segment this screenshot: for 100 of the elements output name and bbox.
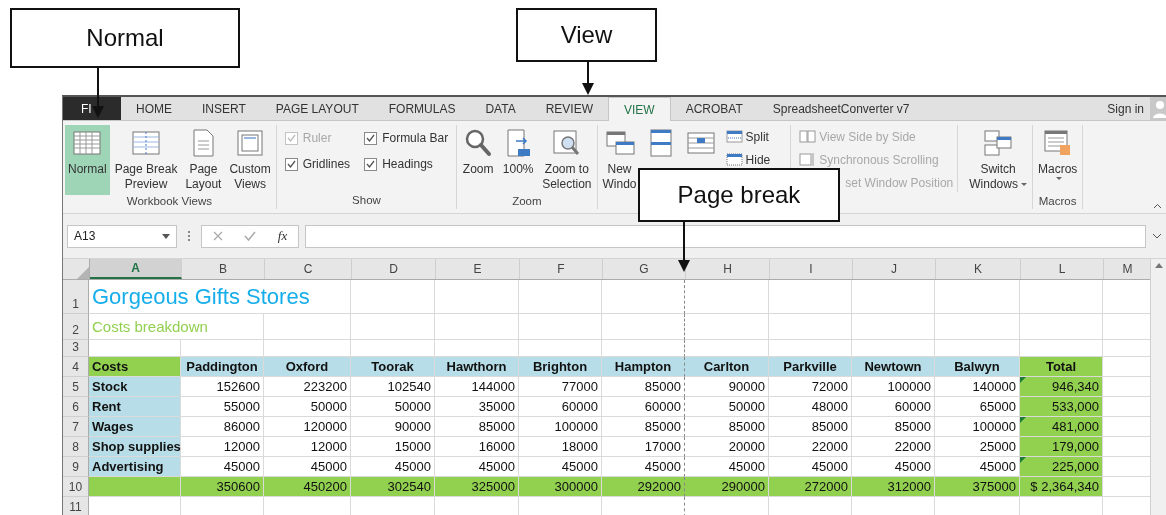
table-cell: 22000 [769,437,852,457]
ribbon-tab[interactable]: FI [63,97,121,120]
sign-in-link[interactable]: Sign in [1107,97,1150,120]
table-cell: 120000 [264,417,351,437]
row-header[interactable]: 2 [63,314,89,340]
split-icon [725,129,743,144]
table-cell: 20000 [685,437,769,457]
column-header[interactable]: I [770,259,853,279]
table-cell: 290000 [685,477,769,497]
column-header[interactable]: E [436,259,520,279]
row-header[interactable]: 9 [63,457,89,477]
column-label: Brighton [519,357,602,377]
row-label: Rent [89,397,181,417]
table-cell: 102540 [351,377,435,397]
column-header[interactable]: C [265,259,352,279]
formula-input[interactable] [305,224,1146,248]
scrollbar[interactable] [1150,259,1166,515]
cancel-icon[interactable] [212,231,223,241]
table-cell: 65000 [935,397,1020,417]
ribbon-tab[interactable]: INSERT [187,97,261,120]
table-cell: 72000 [769,377,852,397]
column-header[interactable]: D [352,259,436,279]
ribbon-tab[interactable]: VIEW [608,97,671,121]
ribbon-button[interactable]: Macros [1034,125,1081,195]
ribbon-button[interactable]: Split [725,127,769,146]
row-header[interactable]: 5 [63,377,89,397]
group-label: Show [351,194,382,208]
ribbon-button[interactable]: Page Layout [182,125,225,195]
table-cell: 100000 [519,417,602,437]
table-cell: 100000 [935,417,1020,437]
scroll-up-icon[interactable] [1154,263,1163,268]
table-cell: 16000 [435,437,519,457]
insert-function-button[interactable]: fx [277,228,288,244]
table-cell: 60000 [852,397,935,417]
name-box[interactable]: A13 [67,224,177,248]
table-cell: 45000 [519,457,602,477]
callout-tooltip: Page break [638,168,840,222]
row-header[interactable]: 3 [63,340,89,357]
table-cell: 100000 [852,377,935,397]
checkbox-option[interactable]: Gridlines [284,157,351,171]
checkmark-icon [366,160,376,168]
row-header[interactable]: 8 [63,437,89,457]
ribbon-tab[interactable]: DATA [470,97,531,120]
table-cell: 90000 [685,377,769,397]
table-cell: 12000 [181,437,264,457]
table-cell: 45000 [935,457,1020,477]
avatar-icon[interactable] [1150,97,1166,120]
ribbon-tab[interactable]: PAGE LAYOUT [260,97,374,120]
table-cell: 45000 [264,457,351,477]
checkmark-icon [286,160,296,168]
column-label: Balwyn [935,357,1020,377]
ribbon-button[interactable]: Custom Views [226,125,274,195]
ribbon-tab[interactable]: HOME [121,97,187,120]
column-header[interactable]: F [520,259,603,279]
checkmark-icon [286,134,296,142]
ribbon-button[interactable]: Zoom [459,125,498,195]
table-cell: 292000 [602,477,685,497]
table-cell: 45000 [181,457,264,477]
column-header[interactable]: A [90,259,182,279]
column-header[interactable]: J [853,259,936,279]
callout-tooltip: View [516,8,657,62]
row-header[interactable]: 10 [63,477,89,497]
expand-icon[interactable] [1152,233,1162,239]
checkbox-option[interactable]: Headings [364,157,449,171]
ribbon-button[interactable]: Hide [725,150,771,169]
ribbon-button[interactable]: Normal [65,125,110,195]
table-cell: 85000 [602,417,685,437]
checkbox-option[interactable]: Formula Bar [364,131,449,145]
table-cell: 272000 [769,477,852,497]
ribbon-tab[interactable]: FORMULAS [373,97,471,120]
ribbon-tab[interactable]: ACROBAT [670,97,758,120]
sheet-subtitle: Costs breakdown [89,314,264,340]
column-header[interactable]: K [936,259,1021,279]
ribbon-button[interactable]: Page Break Preview [111,125,181,195]
row-header[interactable]: 6 [63,397,89,417]
ribbon-button[interactable]: Switch Windows [966,125,1030,195]
table-cell: 45000 [769,457,852,477]
column-header[interactable]: L [1021,259,1104,279]
ribbon-tab[interactable]: REVIEW [530,97,608,120]
collapse-ribbon-icon[interactable] [1153,203,1162,209]
total-cell: 225,000 [1020,457,1103,477]
table-cell: 85000 [852,417,935,437]
table-cell: 223200 [264,377,351,397]
ribbon-button[interactable]: Zoom to Selection [539,125,595,195]
column-header[interactable]: B [182,259,265,279]
row-header[interactable]: 4 [63,357,89,377]
row-header[interactable]: 7 [63,417,89,437]
column-label: Hampton [602,357,685,377]
row-header[interactable]: 11 [63,497,89,515]
check-icon[interactable] [244,231,257,241]
ribbon-button[interactable]: 100% [499,125,538,195]
ribbon-button[interactable]: New Windo [599,125,640,195]
table-cell: 55000 [181,397,264,417]
ribbon-tab[interactable]: SpreadsheetConverter v7 [757,97,925,120]
table-cell: 86000 [181,417,264,437]
table-cell: 12000 [264,437,351,457]
row-header[interactable]: 1 [63,280,89,314]
table-cell: 325000 [435,477,519,497]
table-cell: 50000 [351,397,435,417]
table-cell: 90000 [351,417,435,437]
